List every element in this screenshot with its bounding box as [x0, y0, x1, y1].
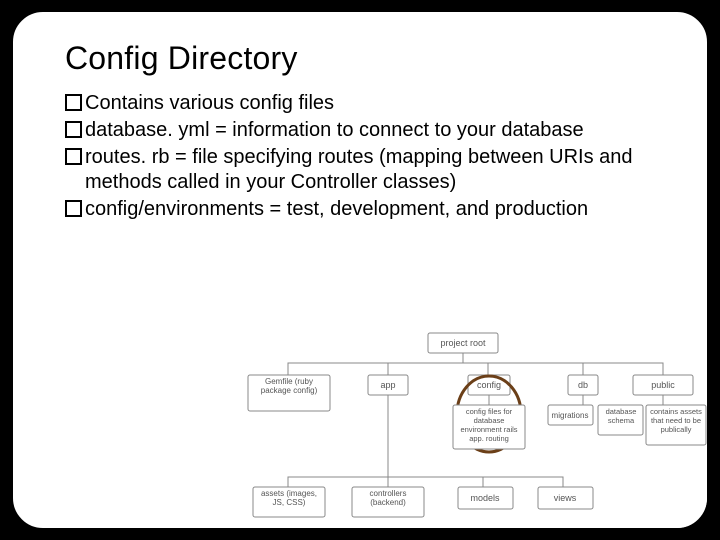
- bullet-text: Contains various config files: [85, 91, 653, 116]
- bullet-item: database. yml = information to connect t…: [65, 118, 653, 143]
- bullet-text: config/environments = test, development,…: [85, 197, 653, 222]
- node-public: public: [651, 380, 675, 390]
- node-models: models: [470, 493, 500, 503]
- node-views: views: [554, 493, 577, 503]
- node-assets: assets (images, JS, CSS): [255, 489, 323, 507]
- node-controllers: controllers (backend): [354, 489, 422, 507]
- node-public-note: contains assets that need to be publical…: [648, 407, 704, 434]
- square-bullet-icon: [65, 94, 82, 111]
- square-bullet-icon: [65, 121, 82, 138]
- bullet-item: config/environments = test, development,…: [65, 197, 653, 222]
- node-db-migrations: migrations: [552, 411, 589, 420]
- diagram-svg: project root Gemfile (ruby package confi…: [228, 327, 708, 530]
- square-bullet-icon: [65, 200, 82, 217]
- node-config: config: [477, 380, 501, 390]
- square-bullet-icon: [65, 148, 82, 165]
- bullet-item: routes. rb = file specifying routes (map…: [65, 145, 653, 195]
- directory-diagram: project root Gemfile (ruby package confi…: [228, 327, 708, 530]
- slide-title: Config Directory: [13, 12, 707, 91]
- bullet-text: routes. rb = file specifying routes (map…: [85, 145, 653, 195]
- node-gemfile: Gemfile (ruby package config): [250, 377, 328, 395]
- node-db-schema: database schema: [600, 407, 642, 425]
- node-config-note: config files for database environment ra…: [455, 407, 523, 443]
- node-root: project root: [440, 338, 486, 348]
- bullet-item: Contains various config files: [65, 91, 653, 116]
- slide: Config Directory Contains various config…: [11, 10, 709, 530]
- slide-body: Contains various config files database. …: [13, 91, 707, 222]
- node-app: app: [380, 380, 395, 390]
- node-db: db: [578, 380, 588, 390]
- bullet-text: database. yml = information to connect t…: [85, 118, 653, 143]
